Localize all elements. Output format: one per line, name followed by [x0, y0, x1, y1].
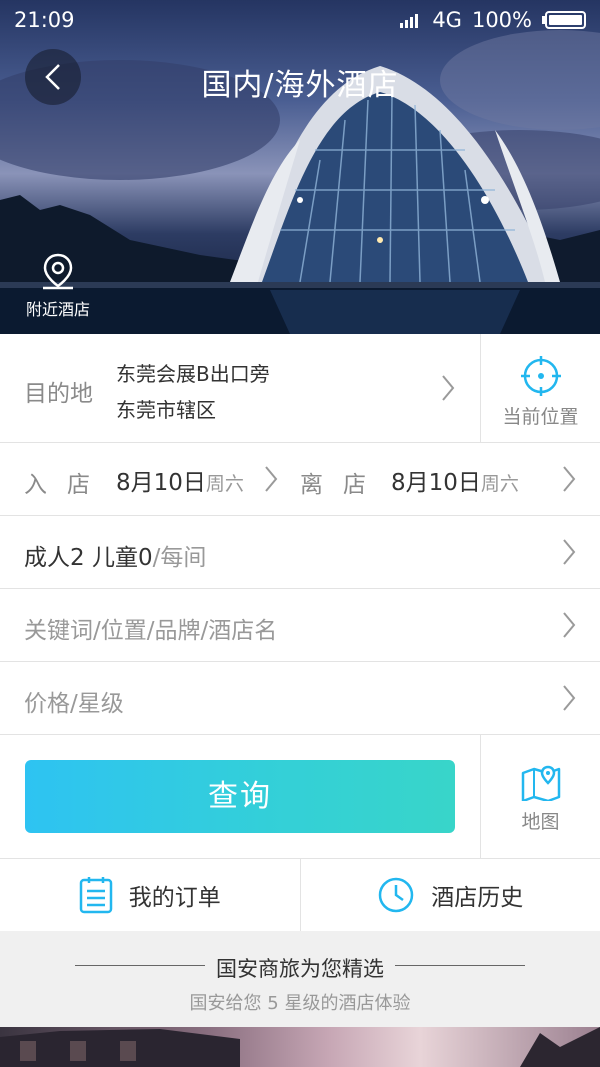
chevron-right-icon	[442, 375, 455, 401]
quick-links-row: 我的订单 酒店历史	[0, 859, 600, 932]
checkout-date: 8月10日	[391, 470, 481, 496]
map-button[interactable]: 地图	[480, 735, 600, 858]
hotel-history-label: 酒店历史	[431, 885, 524, 911]
guests-text: 成人2 儿童0/每间	[24, 538, 206, 572]
map-label: 地图	[521, 811, 560, 833]
page-title: 国内/海外酒店	[201, 68, 399, 103]
network-type: 4G	[432, 8, 462, 32]
dates-row: 入店 8月10日周六 离店 8月10日周六	[0, 443, 600, 516]
status-bar: 21:09 4G 100%	[0, 0, 600, 40]
current-location-button[interactable]: 当前位置	[480, 334, 600, 442]
keyword-row[interactable]: 关键词/位置/品牌/酒店名	[0, 589, 600, 662]
orders-list-icon	[79, 877, 112, 914]
checkout-weekday: 周六	[480, 473, 519, 495]
hotel-preview-image[interactable]	[0, 1027, 600, 1067]
price-star-placeholder: 价格/星级	[24, 691, 124, 717]
map-icon	[521, 765, 560, 801]
checkin-weekday: 周六	[205, 473, 244, 495]
chevron-right-icon	[563, 466, 576, 492]
my-orders-label: 我的订单	[128, 885, 221, 911]
chevron-right-icon	[563, 612, 576, 638]
checkout-label: 离店	[300, 472, 386, 498]
nearby-hotels-button[interactable]: 附近酒店	[18, 252, 98, 320]
chevron-right-icon	[265, 466, 278, 492]
guests-count: 成人2 儿童0	[24, 545, 153, 571]
nearby-hotels-label: 附近酒店	[25, 300, 90, 319]
signal-icon	[400, 14, 419, 28]
current-location-label: 当前位置	[502, 406, 579, 428]
my-orders-button[interactable]: 我的订单	[0, 859, 300, 931]
keyword-placeholder: 关键词/位置/品牌/酒店名	[24, 618, 278, 644]
crosshair-icon	[520, 356, 561, 396]
battery-percent: 100%	[471, 8, 532, 32]
checkout-date-field[interactable]: 8月10日周六	[391, 463, 519, 497]
destination-line2: 东莞市辖区	[116, 398, 216, 422]
search-button[interactable]: 查询	[25, 760, 455, 833]
chevron-right-icon	[563, 539, 576, 565]
clock-icon	[379, 877, 414, 913]
destination-label: 目的地	[24, 381, 93, 407]
guests-suffix: /每间	[152, 545, 207, 571]
recommend-section: 国安商旅为您精选 国安给您 5 星级的酒店体验	[0, 931, 600, 1027]
recommend-title: 国安商旅为您精选	[216, 957, 384, 981]
search-row: 查询 地图	[0, 735, 600, 859]
chevron-right-icon	[563, 685, 576, 711]
destination-row[interactable]: 目的地 东莞会展B出口旁 东莞市辖区 当前位置	[0, 334, 600, 443]
location-pin-icon	[43, 253, 73, 290]
battery-icon	[542, 11, 586, 29]
checkin-date: 8月10日	[116, 470, 206, 496]
search-form: 目的地 东莞会展B出口旁 东莞市辖区 当前位置 入店 8月10日周六 离店 8月…	[0, 334, 600, 932]
status-time: 21:09	[14, 8, 75, 32]
price-star-row[interactable]: 价格/星级	[0, 662, 600, 735]
hero-banner: 21:09 4G 100% 国内/海外酒店 附近酒店	[0, 0, 600, 334]
guests-row[interactable]: 成人2 儿童0/每间	[0, 516, 600, 589]
recommend-subtitle: 国安给您 5 星级的酒店体验	[189, 993, 411, 1014]
hotel-history-button[interactable]: 酒店历史	[299, 859, 600, 931]
checkin-label: 入店	[24, 472, 110, 498]
checkin-date-field[interactable]: 8月10日周六	[116, 463, 244, 497]
destination-line1: 东莞会展B出口旁	[116, 362, 270, 386]
hotel-building-image	[0, 1027, 600, 1067]
